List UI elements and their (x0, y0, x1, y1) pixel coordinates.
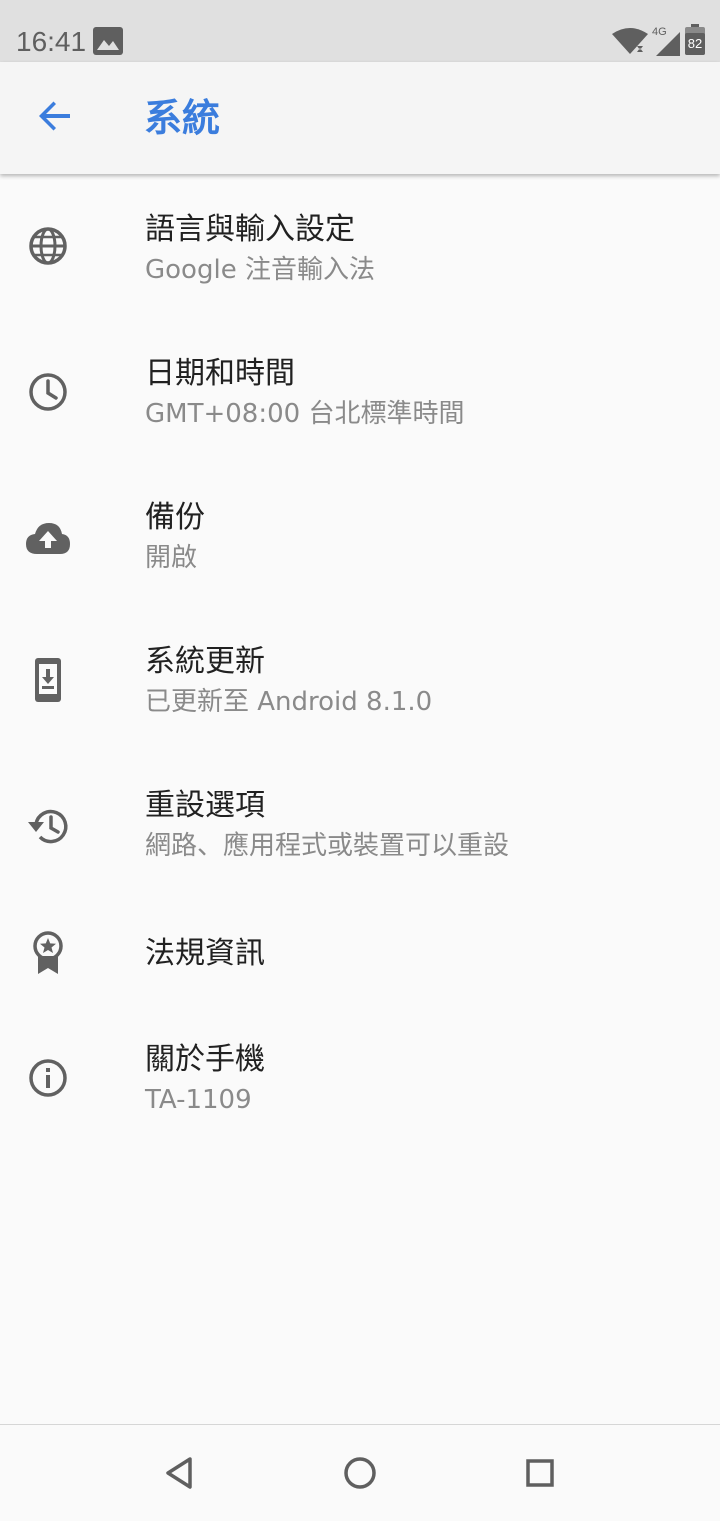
cloud-upload-icon (26, 523, 70, 554)
status-time: 16:41 (16, 26, 87, 57)
setting-subtitle: Google 注音輸入法 (145, 255, 375, 285)
setting-item-date-time[interactable]: 日期和時間 GMT+08:00 台北標準時間 (0, 318, 720, 462)
setting-title: 語言與輸入設定 (145, 212, 355, 247)
system-update-icon (35, 658, 61, 702)
setting-item-reset-options[interactable]: 重設選項 網路、應用程式或裝置可以重設 (0, 750, 720, 894)
setting-title: 重設選項 (145, 788, 265, 823)
back-triangle-icon (166, 1457, 192, 1489)
battery-level: 82 (687, 36, 703, 51)
nav-back-button[interactable] (156, 1449, 204, 1497)
app-bar: 系統 (0, 62, 720, 174)
setting-item-system-update[interactable]: 系統更新 已更新至 Android 8.1.0 (0, 606, 720, 750)
home-circle-icon (344, 1457, 376, 1489)
setting-title: 關於手機 (145, 1042, 265, 1077)
setting-item-regulatory-info[interactable]: 法規資訊 (0, 894, 720, 1014)
navigation-bar (0, 1424, 720, 1521)
setting-subtitle: TA-1109 (145, 1085, 252, 1115)
nav-home-button[interactable] (336, 1449, 384, 1497)
badge-star-icon (33, 931, 63, 974)
setting-subtitle: 網路、應用程式或裝置可以重設 (145, 831, 510, 861)
page-title: 系統 (144, 96, 221, 140)
back-button[interactable] (26, 86, 86, 146)
nav-recents-button[interactable] (516, 1449, 564, 1497)
restore-icon (28, 809, 68, 844)
setting-title: 備份 (145, 500, 205, 535)
globe-icon (29, 227, 67, 265)
setting-item-backup[interactable]: 備份 開啟 (0, 462, 720, 606)
setting-title: 日期和時間 (145, 356, 295, 391)
arrow-back-icon (39, 101, 70, 131)
setting-subtitle: GMT+08:00 台北標準時間 (145, 399, 465, 429)
wifi-icon (612, 28, 648, 54)
setting-title: 系統更新 (145, 644, 265, 679)
status-bar: 16:41 4G 82 (0, 0, 720, 62)
image-icon (93, 27, 123, 55)
setting-title: 法規資訊 (145, 936, 265, 971)
setting-item-language-input[interactable]: 語言與輸入設定 Google 注音輸入法 (0, 174, 720, 318)
recents-square-icon (526, 1459, 554, 1487)
cell-signal-icon (656, 32, 680, 56)
info-icon (29, 1059, 67, 1097)
setting-subtitle: 開啟 (145, 543, 198, 573)
setting-subtitle: 已更新至 Android 8.1.0 (145, 687, 433, 717)
setting-item-about-phone[interactable]: 關於手機 TA-1109 (0, 1014, 720, 1158)
clock-icon (29, 373, 67, 411)
